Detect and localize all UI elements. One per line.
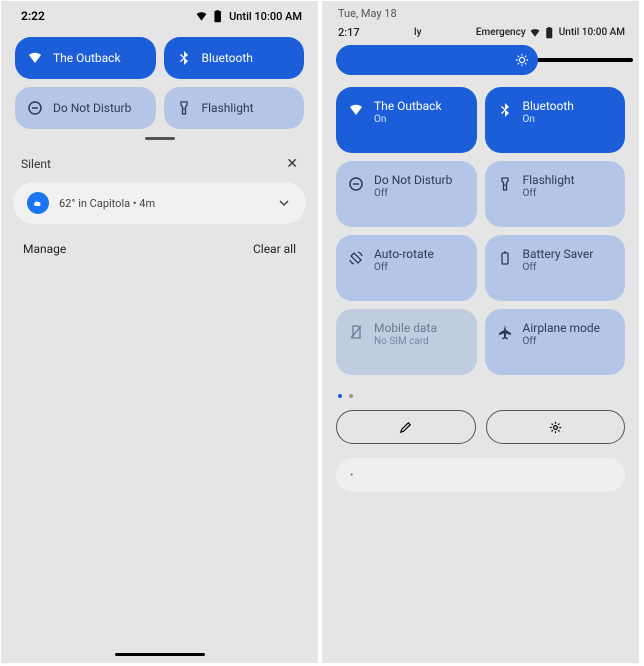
status-bar: 2:22 Until 10:00 AM <box>1 1 318 27</box>
rotate-icon <box>348 250 364 266</box>
battery-icon <box>497 250 513 266</box>
wifi-status-icon <box>529 27 541 39</box>
tile-label: Flashlight <box>523 173 575 187</box>
sim-icon <box>348 324 364 340</box>
tile-label: Bluetooth <box>523 99 574 113</box>
weather-icon <box>27 192 49 214</box>
tile-sublabel: Off <box>374 188 452 199</box>
tile-label: Do Not Disturb <box>53 101 131 115</box>
wifi-icon <box>348 102 364 118</box>
dnd-tile[interactable]: Do Not Disturb <box>15 87 156 129</box>
airplane-icon <box>497 324 513 340</box>
bluetooth-tile[interactable]: Bluetooth <box>164 37 305 79</box>
section-title: Silent <box>21 157 51 171</box>
battery-status-icon <box>544 27 556 39</box>
gear-icon <box>548 420 563 435</box>
flashlight-tile[interactable]: FlashlightOff <box>485 161 626 227</box>
batterysaver-tile[interactable]: Battery SaverOff <box>485 235 626 301</box>
tile-label: Battery Saver <box>523 247 594 261</box>
notification-actions: Manage Clear all <box>1 228 318 270</box>
battery-text: Until 10:00 AM <box>559 27 625 38</box>
section-header: Silent ✕ <box>1 150 318 178</box>
tile-label: Do Not Disturb <box>374 173 452 187</box>
page-dot[interactable] <box>338 394 342 398</box>
footer-buttons <box>322 408 639 454</box>
tile-label: Mobile data <box>374 321 437 335</box>
settings-button[interactable] <box>486 410 626 444</box>
manage-button[interactable]: Manage <box>23 242 66 256</box>
bluetooth-tile[interactable]: BluetoothOn <box>485 87 626 153</box>
flashlight-icon <box>497 176 513 192</box>
tile-sublabel: Off <box>523 262 594 273</box>
collapsed-notification[interactable]: • <box>336 458 625 492</box>
brightness-icon <box>515 53 529 67</box>
emergency-label: Emergency <box>476 27 526 38</box>
tile-sublabel: No SIM card <box>374 336 437 347</box>
tile-label: Airplane mode <box>523 321 600 335</box>
notification-text: 62° in Capitola • 4m <box>59 197 155 210</box>
mobiledata-tile[interactable]: Mobile dataNo SIM card <box>336 309 477 375</box>
tile-label: The Outback <box>53 51 121 65</box>
tile-label: The Outback <box>374 99 442 113</box>
flashlight-tile[interactable]: Flashlight <box>164 87 305 129</box>
battery-status-icon <box>212 10 225 23</box>
page-dot[interactable] <box>349 394 353 398</box>
dnd-icon <box>348 176 364 192</box>
tile-label: Flashlight <box>202 101 254 115</box>
weather-notification[interactable]: 62° in Capitola • 4m <box>13 182 306 224</box>
chevron-down-icon[interactable] <box>276 195 292 211</box>
tile-sublabel: Off <box>374 262 434 273</box>
tile-label: Auto-rotate <box>374 247 434 261</box>
quick-settings-panel-expanded: The OutbackOn BluetoothOn Do Not Disturb… <box>322 87 639 375</box>
wifi-status-icon <box>195 10 208 23</box>
wifi-tile[interactable]: The OutbackOn <box>336 87 477 153</box>
page-indicator <box>322 383 639 408</box>
notification-placeholder: • <box>350 470 353 481</box>
phone-left: 2:22 Until 10:00 AM The Outback Bluetoot… <box>0 0 320 664</box>
edit-icon <box>398 420 413 435</box>
drag-handle[interactable] <box>145 137 175 140</box>
brightness-fill <box>336 45 538 75</box>
flashlight-icon <box>176 100 192 116</box>
tile-sublabel: Off <box>523 336 600 347</box>
bluetooth-icon <box>176 50 192 66</box>
clear-all-button[interactable]: Clear all <box>253 242 296 256</box>
edit-tiles-button[interactable] <box>336 410 476 444</box>
tile-label: Bluetooth <box>202 51 253 65</box>
date-label: Tue, May 18 <box>322 1 639 20</box>
tile-sublabel: Off <box>523 188 575 199</box>
dnd-tile[interactable]: Do Not DisturbOff <box>336 161 477 227</box>
dnd-icon <box>27 100 43 116</box>
close-icon[interactable]: ✕ <box>286 156 298 172</box>
battery-text: Until 10:00 AM <box>229 10 302 23</box>
brightness-slider[interactable] <box>336 45 625 75</box>
clock: 2:22 <box>21 9 45 23</box>
tile-sublabel: On <box>523 114 574 125</box>
airplane-tile[interactable]: Airplane modeOff <box>485 309 626 375</box>
tile-sublabel: On <box>374 114 442 125</box>
quick-settings-panel: The Outback Bluetooth Do Not Disturb Fla… <box>1 27 318 140</box>
status-bar: 2:17 ly Emergency Until 10:00 AM <box>322 20 639 39</box>
bluetooth-icon <box>497 102 513 118</box>
autorotate-tile[interactable]: Auto-rotateOff <box>336 235 477 301</box>
carrier-label: ly <box>414 27 421 38</box>
wifi-icon <box>27 50 43 66</box>
clock: 2:17 <box>338 26 360 39</box>
home-indicator[interactable] <box>115 653 205 656</box>
wifi-tile[interactable]: The Outback <box>15 37 156 79</box>
phone-right: Tue, May 18 2:17 ly Emergency Until 10:0… <box>320 0 640 664</box>
